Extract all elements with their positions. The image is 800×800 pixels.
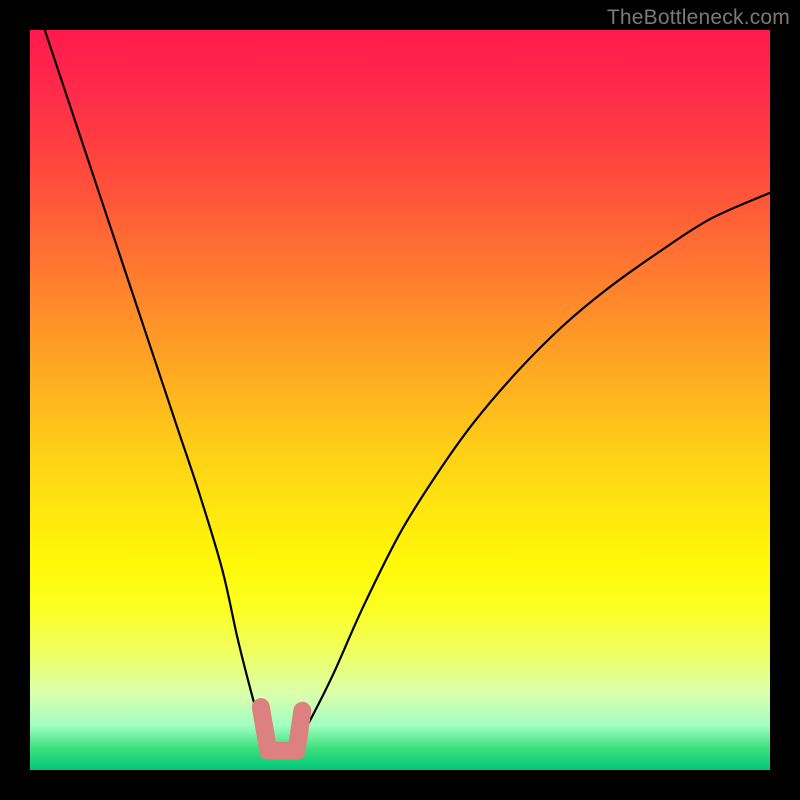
chart-frame: TheBottleneck.com (0, 0, 800, 800)
curve-layer (30, 30, 770, 770)
plot-area (30, 30, 770, 770)
watermark-text: TheBottleneck.com (607, 6, 790, 30)
optimal-range-marker (261, 707, 302, 751)
bottleneck-curve (45, 30, 770, 755)
